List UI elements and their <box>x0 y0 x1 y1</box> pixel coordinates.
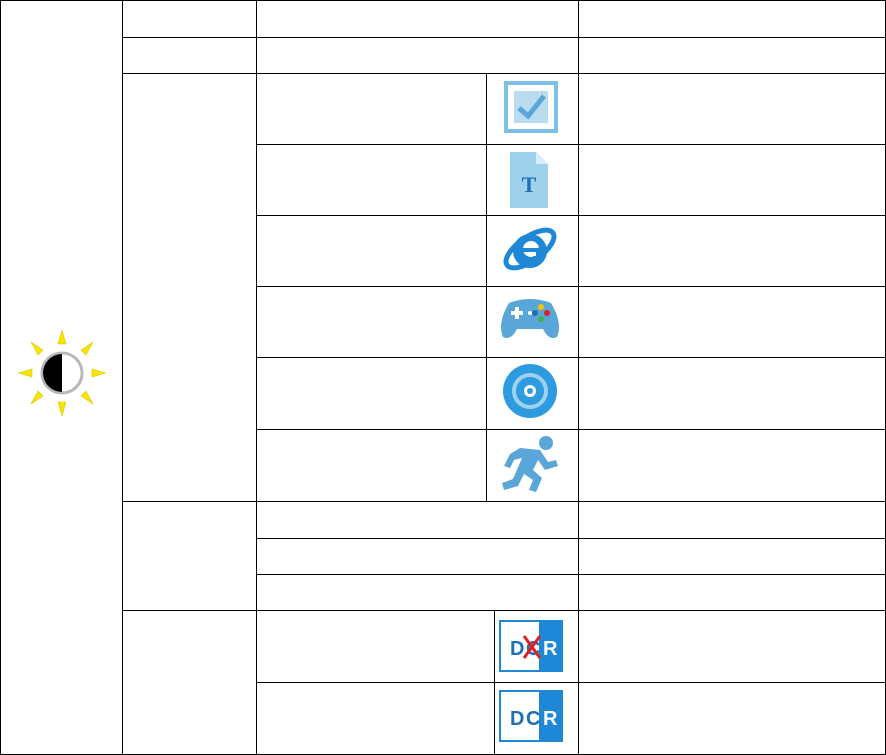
column-divider <box>486 73 487 501</box>
text-document-icon: T <box>510 152 548 208</box>
dcr-letter-d: D <box>510 638 524 660</box>
table-border-top <box>0 0 886 1</box>
movie-disc-icon <box>503 364 557 418</box>
dcr-off-icon: D C R <box>499 620 563 672</box>
row-divider <box>256 286 886 287</box>
text-glyph: T <box>522 172 537 197</box>
row-divider <box>256 538 886 539</box>
row-divider <box>256 574 886 575</box>
dcr-letter-c: C <box>526 708 540 730</box>
row-divider <box>122 37 886 38</box>
sports-runner-icon <box>502 436 558 492</box>
dcr-on-icon: D C R <box>499 690 563 742</box>
row-divider <box>256 357 886 358</box>
column-divider <box>256 0 257 755</box>
table-border-left <box>0 0 1 755</box>
dcr-letter-r: R <box>543 708 558 730</box>
row-divider <box>256 429 886 430</box>
row-divider <box>256 215 886 216</box>
row-divider <box>122 610 886 611</box>
row-divider <box>256 144 886 145</box>
brightness-contrast-icon <box>18 330 106 416</box>
internet-explorer-icon <box>503 227 557 271</box>
row-divider <box>256 682 886 683</box>
column-divider <box>122 0 123 755</box>
row-divider <box>122 73 886 74</box>
settings-table <box>0 0 886 755</box>
standard-checkbox-icon <box>504 81 558 133</box>
dcr-letter-d: D <box>510 708 524 730</box>
row-divider <box>122 501 886 502</box>
game-controller-icon <box>501 299 559 338</box>
column-divider <box>494 611 495 755</box>
column-divider <box>578 0 579 755</box>
dcr-letter-r: R <box>543 638 558 660</box>
